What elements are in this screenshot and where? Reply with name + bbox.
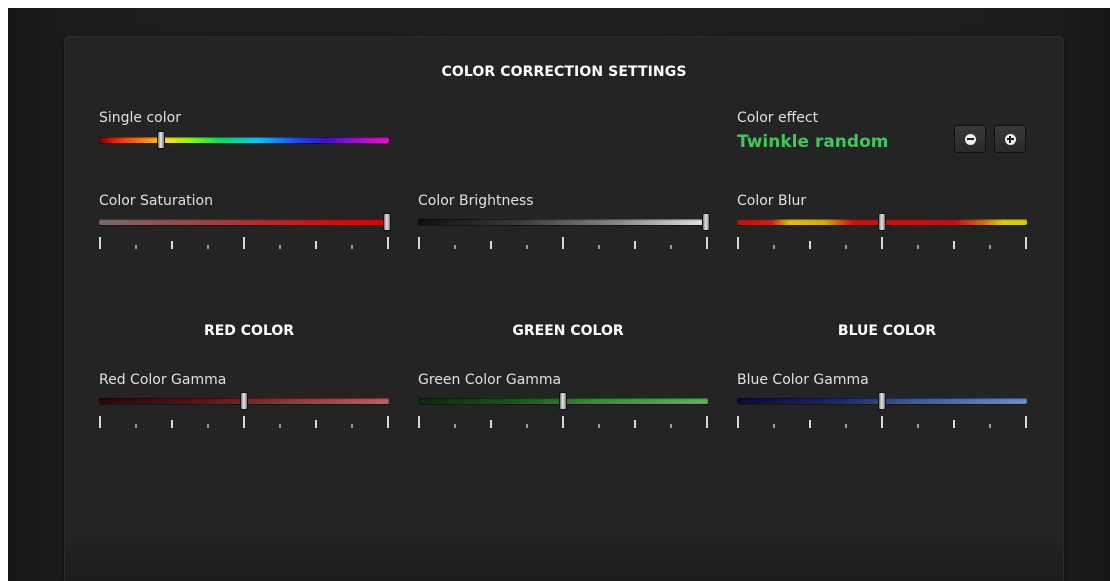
increase-effect-button[interactable] bbox=[994, 125, 1026, 153]
scale-tick bbox=[845, 424, 847, 428]
red-gamma-thumb[interactable] bbox=[240, 392, 248, 410]
red-section-title: RED COLOR bbox=[203, 323, 295, 339]
panel-bottom-shade bbox=[65, 527, 1063, 581]
scale-tick bbox=[917, 245, 919, 249]
brightness-track bbox=[418, 219, 708, 225]
scale-tick bbox=[171, 420, 173, 428]
minus-circle-icon bbox=[964, 133, 976, 145]
scale-tick bbox=[526, 245, 528, 249]
app-screen: COLOR CORRECTION SETTINGS Single color C… bbox=[8, 8, 1110, 581]
decrease-effect-button[interactable] bbox=[954, 125, 986, 153]
red-gamma-slider[interactable] bbox=[99, 392, 389, 414]
scale-tick bbox=[881, 416, 883, 428]
blur-ticks bbox=[737, 235, 1027, 249]
scale-tick bbox=[387, 237, 389, 249]
red-gamma-ticks bbox=[99, 414, 389, 428]
scale-tick bbox=[490, 420, 492, 428]
scale-tick bbox=[418, 416, 420, 428]
scale-tick bbox=[989, 245, 991, 249]
scale-tick bbox=[737, 416, 739, 428]
scale-tick bbox=[243, 237, 245, 249]
scale-tick bbox=[99, 237, 101, 249]
single-color-thumb[interactable] bbox=[157, 131, 166, 149]
scale-tick bbox=[845, 245, 847, 249]
scale-tick bbox=[773, 245, 775, 249]
green-gamma-thumb[interactable] bbox=[559, 392, 567, 410]
green-gamma-label: Green Color Gamma bbox=[418, 372, 562, 388]
scale-tick bbox=[670, 245, 672, 249]
scale-tick bbox=[737, 237, 739, 249]
brightness-slider[interactable] bbox=[418, 213, 710, 235]
blue-gamma-slider[interactable] bbox=[737, 392, 1027, 414]
scale-tick bbox=[490, 241, 492, 249]
scale-tick bbox=[670, 424, 672, 428]
red-gamma-label: Red Color Gamma bbox=[99, 372, 227, 388]
single-color-label: Single color bbox=[99, 110, 181, 126]
scale-tick bbox=[135, 245, 137, 249]
scale-tick bbox=[315, 420, 317, 428]
scale-tick bbox=[917, 424, 919, 428]
scale-tick bbox=[953, 241, 955, 249]
blur-thumb[interactable] bbox=[878, 213, 886, 231]
scale-tick bbox=[1025, 237, 1027, 249]
blue-section-title: BLUE COLOR bbox=[837, 323, 937, 339]
scale-tick bbox=[351, 245, 353, 249]
scale-tick bbox=[135, 424, 137, 428]
scale-tick bbox=[418, 237, 420, 249]
single-color-track bbox=[99, 137, 389, 143]
brightness-thumb[interactable] bbox=[702, 213, 710, 231]
saturation-thumb[interactable] bbox=[383, 213, 391, 231]
scale-tick bbox=[706, 416, 708, 428]
blur-slider[interactable] bbox=[737, 213, 1027, 235]
blue-gamma-thumb[interactable] bbox=[878, 392, 886, 410]
blue-gamma-label: Blue Color Gamma bbox=[737, 372, 869, 388]
plus-circle-icon bbox=[1004, 133, 1016, 145]
scale-tick bbox=[706, 237, 708, 249]
scale-tick bbox=[387, 416, 389, 428]
scale-tick bbox=[207, 424, 209, 428]
scale-tick bbox=[809, 420, 811, 428]
scale-tick bbox=[881, 237, 883, 249]
scale-tick bbox=[279, 245, 281, 249]
scale-tick bbox=[243, 416, 245, 428]
scale-tick bbox=[773, 424, 775, 428]
scale-tick bbox=[454, 245, 456, 249]
scale-tick bbox=[953, 420, 955, 428]
scale-tick bbox=[809, 241, 811, 249]
settings-panel: COLOR CORRECTION SETTINGS Single color C… bbox=[65, 37, 1063, 581]
page-title: COLOR CORRECTION SETTINGS bbox=[441, 64, 687, 80]
scale-tick bbox=[598, 424, 600, 428]
scale-tick bbox=[315, 241, 317, 249]
blue-gamma-ticks bbox=[737, 414, 1027, 428]
scale-tick bbox=[562, 237, 564, 249]
single-color-slider[interactable] bbox=[99, 131, 389, 153]
blur-label: Color Blur bbox=[737, 193, 807, 209]
scale-tick bbox=[598, 245, 600, 249]
green-gamma-slider[interactable] bbox=[418, 392, 708, 414]
saturation-slider[interactable] bbox=[99, 213, 391, 235]
scale-tick bbox=[279, 424, 281, 428]
scale-tick bbox=[207, 245, 209, 249]
saturation-ticks bbox=[99, 235, 389, 249]
brightness-ticks bbox=[418, 235, 708, 249]
green-section-title: GREEN COLOR bbox=[512, 323, 624, 339]
scale-tick bbox=[171, 241, 173, 249]
green-gamma-ticks bbox=[418, 414, 708, 428]
saturation-label: Color Saturation bbox=[99, 193, 213, 209]
brightness-label: Color Brightness bbox=[418, 193, 534, 209]
scale-tick bbox=[1025, 416, 1027, 428]
saturation-track bbox=[99, 219, 389, 225]
scale-tick bbox=[454, 424, 456, 428]
scale-tick bbox=[99, 416, 101, 428]
scale-tick bbox=[634, 420, 636, 428]
color-effect-value: Twinkle random bbox=[737, 132, 889, 152]
scale-tick bbox=[351, 424, 353, 428]
color-effect-label: Color effect bbox=[737, 110, 819, 126]
scale-tick bbox=[634, 241, 636, 249]
scale-tick bbox=[526, 424, 528, 428]
scale-tick bbox=[562, 416, 564, 428]
scale-tick bbox=[989, 424, 991, 428]
